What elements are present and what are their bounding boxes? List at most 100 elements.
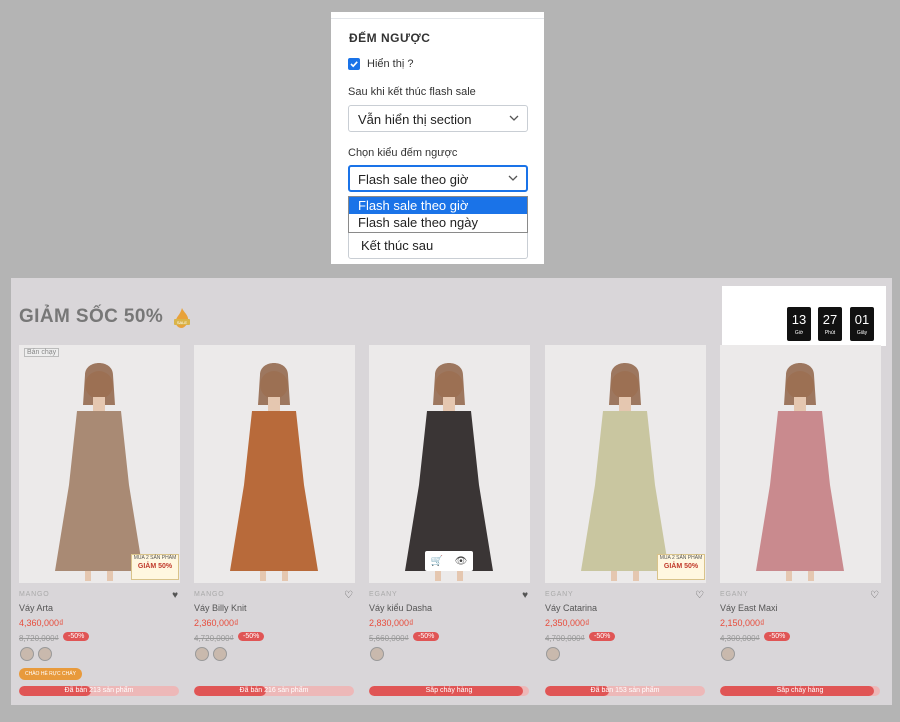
chevron-down-icon [509,115,519,121]
promo-sticker: MUA 2 SẢN PHẨM GIẢM 50% [131,554,179,580]
minutes-value: 27 [822,312,838,327]
sold-progress-text: Đã bán 216 sản phẩm [239,687,309,694]
product-name[interactable]: Váy Arta [19,603,53,613]
product-card[interactable]: Bán chạy MUA 2 SẢN PHẨM GIẢM 50% MANGO ♥ Váy … [19,345,180,700]
flash-sale-fire-icon: SALE [174,308,190,328]
heart-icon[interactable]: ♡ [870,590,879,601]
model-photo [545,345,706,583]
product-card[interactable]: MUA 2 SẢN PHẨM GIẢM 50% EGANY ♡ Váy Catarina… [545,345,706,700]
product-image[interactable]: MUA 2 SẢN PHẨM GIẢM 50% [545,345,706,583]
sold-progress-text: Sắp cháy hàng [425,687,473,694]
product-card[interactable]: 🛒 👁 EGANY ♥ Váy kiểu Dasha 2,830,000₫ 5,660,00… [369,345,530,700]
sold-progress-bar: Đã bán 216 sản phẩm [194,686,354,696]
product-brand: EGANY [369,591,398,598]
product-name[interactable]: Váy Catarina [545,603,597,613]
product-price: 2,360,000₫ [194,618,239,628]
sold-progress-bar: Đã bán 213 sản phẩm [19,686,179,696]
product-price: 2,830,000₫ [369,618,414,628]
product-brand: EGANY [545,591,574,598]
countdown-type-dropdown: Flash sale theo giờ Flash sale theo ngày [348,196,528,233]
countdown-minutes: 27 Phút [818,307,842,341]
product-card[interactable]: EGANY ♡ Váy East Maxi 2,150,000₫ 4,300,000₫ -… [720,345,881,700]
countdown-type-label: Chọn kiểu đếm ngược [348,147,458,159]
color-swatch[interactable] [721,647,735,661]
model-photo [720,345,881,583]
model-photo [194,345,355,583]
color-swatch[interactable] [195,647,209,661]
countdown-type-select[interactable]: Flash sale theo giờ [348,165,528,192]
product-name[interactable]: Váy Billy Knit [194,603,247,613]
product-image[interactable] [194,345,355,583]
product-image[interactable] [720,345,881,583]
product-brand: MANGO [19,591,50,598]
hours-unit: Giờ [794,330,804,336]
quick-actions: 🛒 👁 [425,551,473,571]
product-price: 4,360,000₫ [19,618,64,628]
original-price: 4,700,000₫ [545,634,585,643]
model-photo [369,345,530,583]
option-flash-sale-day[interactable]: Flash sale theo ngày [349,214,527,231]
original-price: 8,720,000₫ [19,634,59,643]
color-swatch[interactable] [20,647,34,661]
sold-progress-bar: Sắp cháy hàng [369,686,529,696]
bestseller-tag: Bán chạy [24,348,60,357]
end-text-input[interactable]: Kết thúc sau [348,230,528,259]
color-swatches [370,647,384,661]
promo-main: GIẢM 50% [663,563,699,570]
seconds-unit: Giây [856,330,868,336]
product-card[interactable]: MANGO ♡ Váy Billy Knit 2,360,000₫ 4,720,000₫… [194,345,355,700]
show-checkbox[interactable] [348,58,360,70]
color-swatches [195,647,227,661]
flash-sale-section: GIẢM SỐC 50% SALE 13 Giờ 27 Phút 01 Giây… [11,278,892,705]
color-swatch[interactable] [546,647,560,661]
countdown-type-value: Flash sale theo giờ [358,172,469,187]
panel-title: ĐẾM NGƯỢC [349,31,431,45]
product-image[interactable]: 🛒 👁 [369,345,530,583]
countdown-hours: 13 Giờ [787,307,811,341]
color-swatch[interactable] [213,647,227,661]
color-swatches [721,647,735,661]
after-sale-label: Sau khi kết thúc flash sale [348,86,476,98]
hours-value: 13 [791,312,807,327]
countdown-seconds: 01 Giây [850,307,874,341]
original-price: 4,300,000₫ [720,634,760,643]
discount-badge: -50% [764,632,791,641]
original-price: 4,720,000₫ [194,634,234,643]
cart-icon[interactable]: 🛒 [431,556,443,567]
color-swatch[interactable] [370,647,384,661]
minutes-unit: Phút [824,330,836,336]
model-photo [19,345,180,583]
after-sale-value: Vẫn hiển thị section [358,112,472,127]
discount-badge: -50% [413,632,440,641]
product-name[interactable]: Váy kiểu Dasha [369,603,432,613]
show-label: Hiển thị ? [367,58,414,70]
heart-icon[interactable]: ♡ [344,590,353,601]
sold-progress-bar: Đã bán 153 sản phẩm [545,686,705,696]
campaign-tag: CHÀO HÈ RỰC CHÁY [19,668,82,680]
product-name[interactable]: Váy East Maxi [720,603,778,613]
product-brand: MANGO [194,591,225,598]
heart-icon[interactable]: ♥ [172,590,178,601]
section-title: GIẢM SỐC 50% [19,306,164,327]
product-brand: EGANY [720,591,749,598]
promo-main: GIẢM 50% [137,563,173,570]
checkmark-icon [350,61,358,68]
discount-badge: -50% [238,632,265,641]
promo-sticker: MUA 2 SẢN PHẨM GIẢM 50% [657,554,705,580]
discount-badge: -50% [63,632,90,641]
heart-icon[interactable]: ♡ [695,590,704,601]
heart-icon[interactable]: ♥ [522,590,528,601]
after-sale-select[interactable]: Vẫn hiển thị section [348,105,528,132]
product-image[interactable]: Bán chạy MUA 2 SẢN PHẨM GIẢM 50% [19,345,180,583]
discount-badge: -50% [589,632,616,641]
promo-top: MUA 2 SẢN PHẨM [133,555,177,561]
promo-top: MUA 2 SẢN PHẨM [659,555,703,561]
seconds-value: 01 [854,312,870,327]
color-swatch[interactable] [38,647,52,661]
eye-icon[interactable]: 👁 [455,556,468,567]
countdown-timer: 13 Giờ 27 Phút 01 Giây [722,286,886,346]
sold-progress-text: Đã bán 213 sản phẩm [64,687,134,694]
countdown-settings-panel: ĐẾM NGƯỢC Hiển thị ? Sau khi kết thúc fl… [331,12,544,264]
option-flash-sale-hour[interactable]: Flash sale theo giờ [349,197,527,214]
show-toggle-row[interactable]: Hiển thị ? [348,58,413,70]
